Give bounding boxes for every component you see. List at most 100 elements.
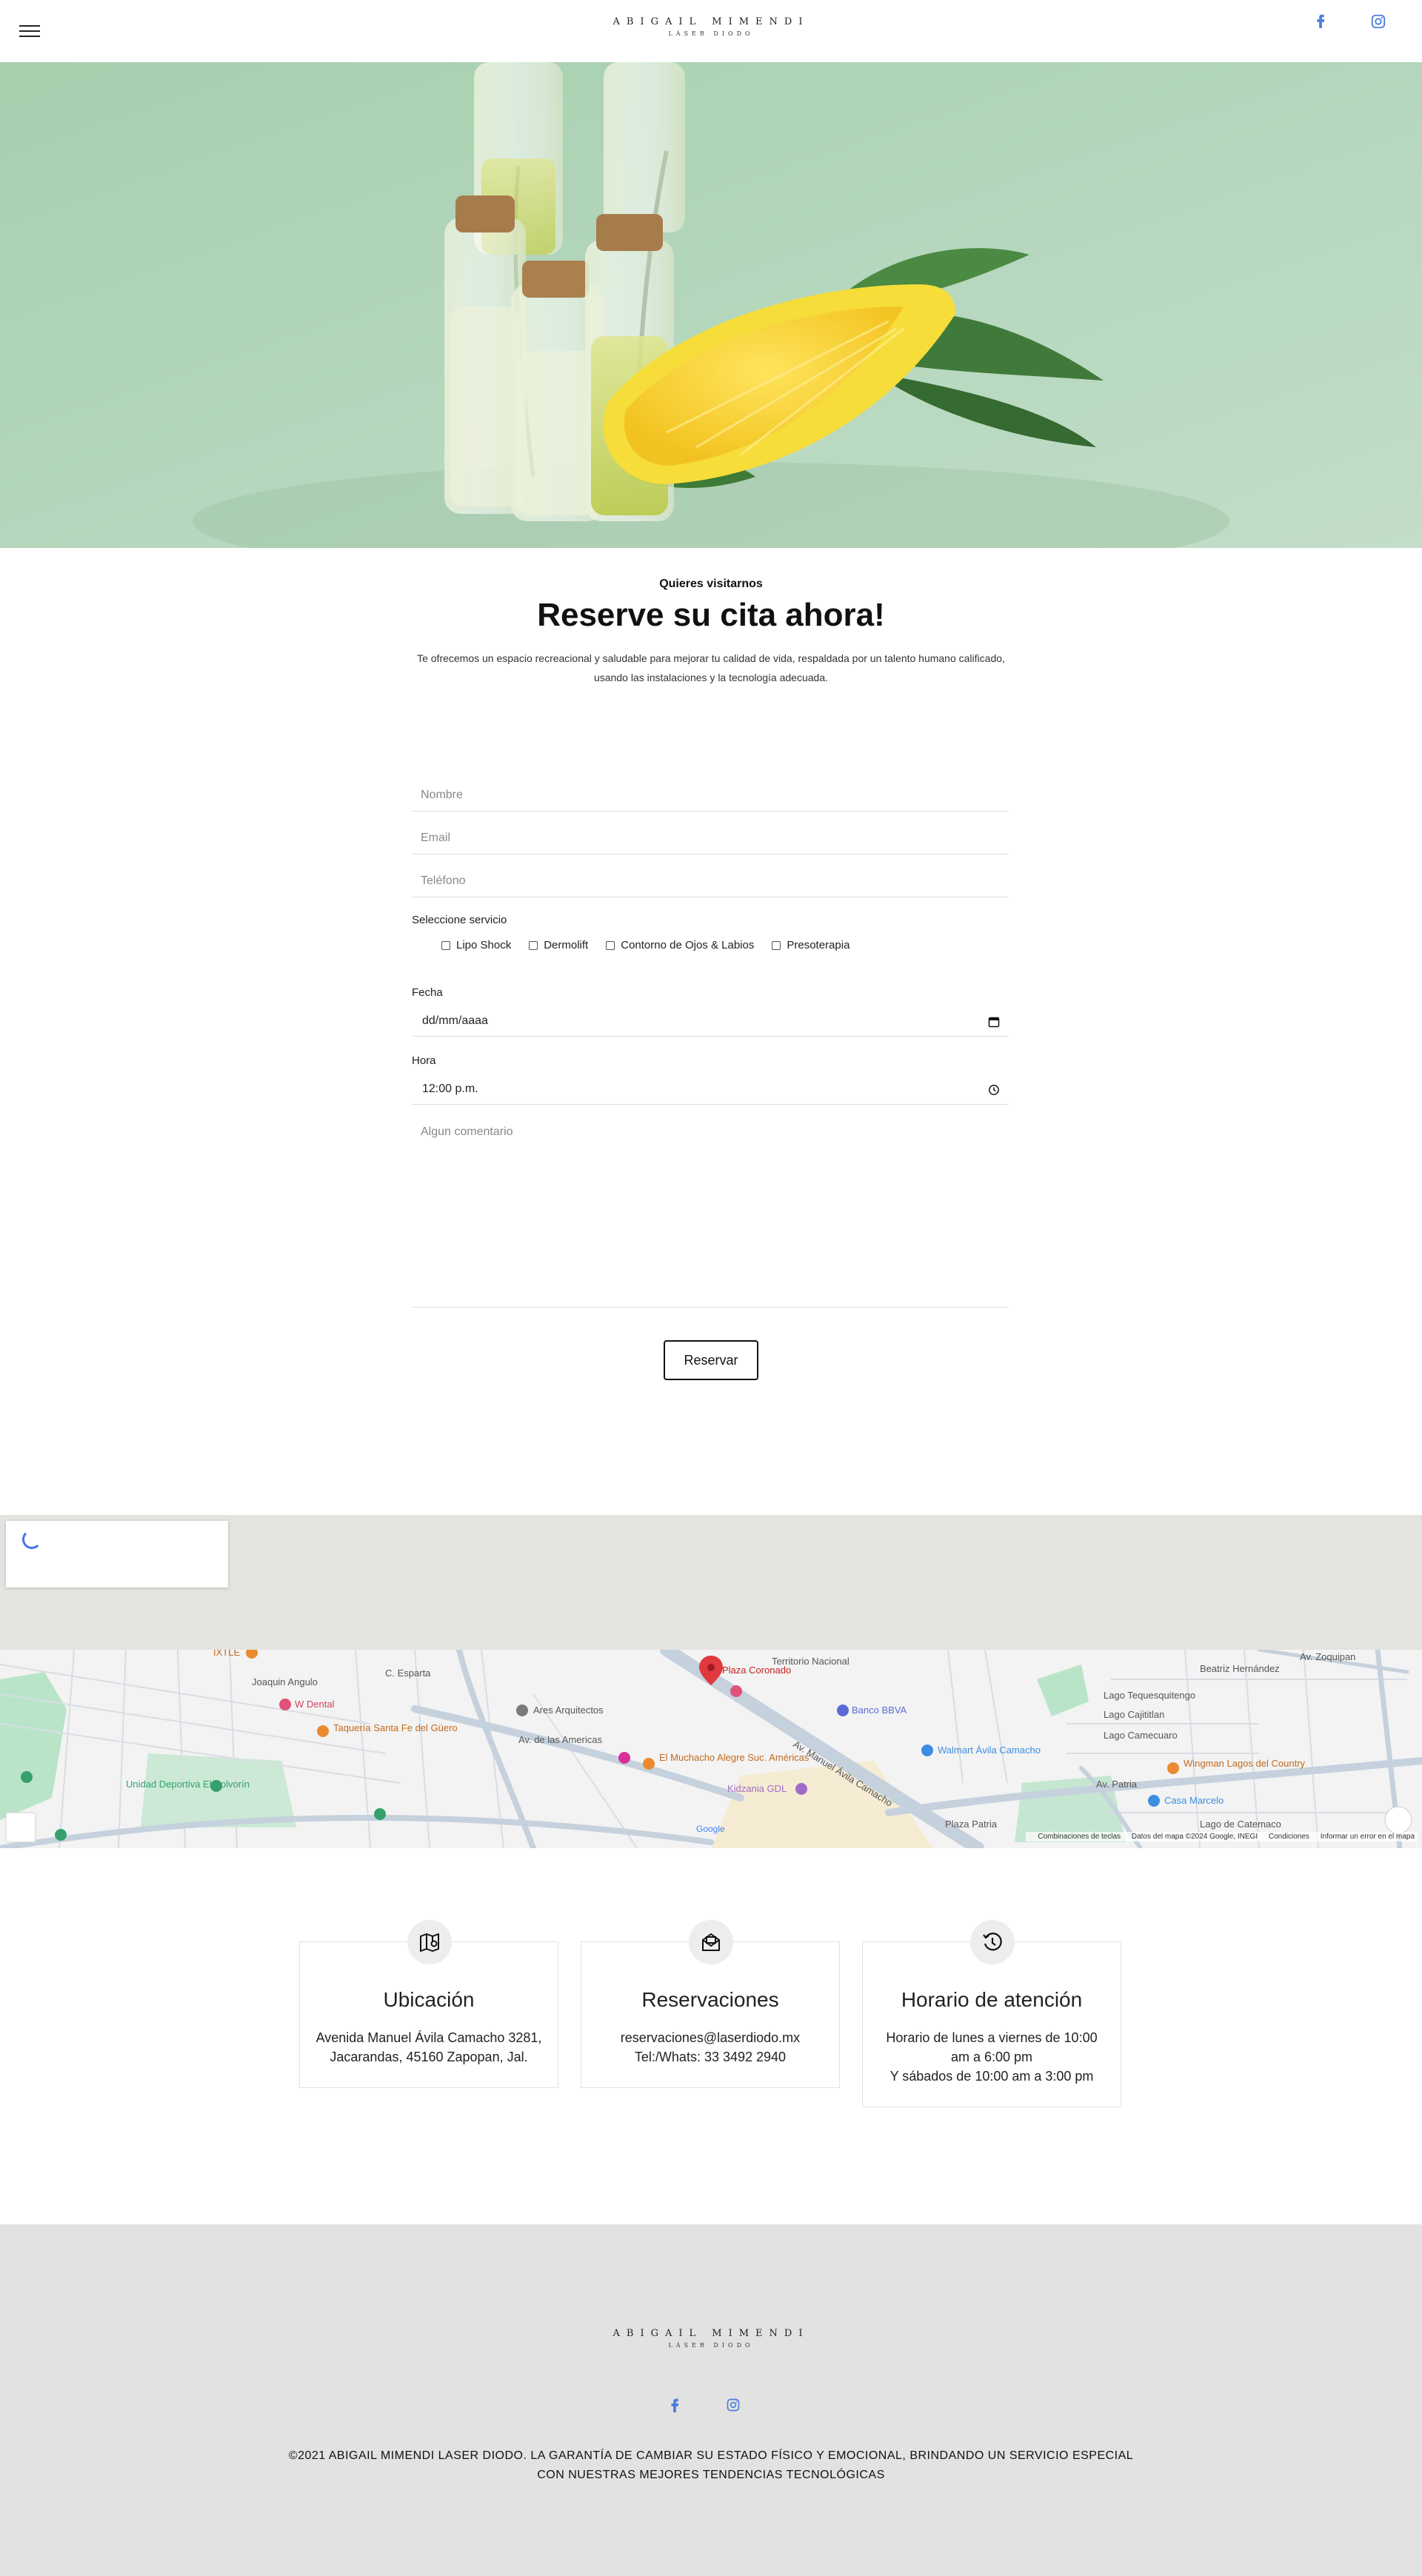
info-card-reservations: Reservaciones reservaciones@laserdiodo.m… [581,1920,840,2088]
map-label: Av. Patria [1096,1779,1138,1790]
brand-name: ABIGAIL MIMENDI [612,16,810,27]
facebook-icon[interactable] [667,2396,683,2412]
card-text: Avenida Manuel Ávila Camacho 3281, Jacar… [300,2028,558,2087]
instagram-icon[interactable] [1370,13,1386,30]
map-label: Unidad Deportiva El Polvorín [126,1779,250,1790]
map-data-text: Datos del mapa ©2024 Google, INEGI [1131,1833,1258,1841]
section-title: Reserve su cita ahora! [537,597,885,633]
service-option-presoterapia[interactable]: Presoterapia [772,939,849,951]
email-placeholder: Email [421,832,451,844]
time-label: Hora [412,1054,436,1067]
site-footer: ABIGAIL MIMENDI LÁSER DIODO ©2021 ABIGAI… [0,2224,1422,2576]
date-field[interactable]: dd/mm/aaaa [412,1011,1009,1037]
service-option-label: Dermolift [544,939,589,951]
checkbox[interactable] [441,940,450,950]
phone-placeholder: Teléfono [421,874,466,887]
page: ABIGAIL MIMENDI LÁSER DIODO Quieres visi… [0,0,1422,2576]
copyright-text: ©2021 ABIGAIL MIMENDI LASER DIODO. LA GA… [267,2446,1155,2485]
date-label: Fecha [412,986,443,999]
map-label: Joaquin Angulo [252,1676,318,1687]
clock-icon[interactable] [988,1084,1000,1096]
map-label: Lago Tequesquitengo [1104,1690,1195,1701]
comment-placeholder: Algun comentario [421,1125,513,1138]
card-title: Reservaciones [641,1988,779,2011]
calendar-icon[interactable] [988,1016,1000,1028]
map-label: Territorio Nacional [772,1656,849,1667]
footer-social-links [0,2396,1422,2418]
service-option-label: Contorno de Ojos & Labios [621,939,755,951]
comment-field[interactable]: Algun comentario [412,1123,1009,1308]
name-placeholder: Nombre [421,789,463,801]
service-option-dermolift[interactable]: Dermolift [529,939,588,951]
google-logo: Google [696,1824,725,1834]
map-shortcuts-link[interactable]: Combinaciones de teclas [1038,1833,1121,1841]
brand-logo[interactable]: ABIGAIL MIMENDI LÁSER DIODO [0,16,1422,37]
map-label: Beatriz Hernández [1200,1663,1280,1674]
checkbox[interactable] [529,940,538,950]
service-option-label: Presoterapia [787,939,850,951]
clock-icon [970,1920,1015,1964]
map-label: C. Esparta [385,1667,431,1679]
copyright-line: CON NUESTRAS MEJORES TENDENCIAS TECNOLÓG… [537,2469,885,2481]
google-map[interactable]: Plaza Coronado Territorio Nacional Av. Z… [0,1650,1422,1848]
map-canvas[interactable]: Plaza Coronado Territorio Nacional Av. Z… [0,1650,1422,1848]
card-line: Horario de lunes a viernes de 10:00 am a… [886,2030,1098,2064]
time-value: 12:00 p.m. [422,1083,478,1095]
map-label: Walmart Ávila Camacho [938,1744,1041,1756]
site-header: ABIGAIL MIMENDI LÁSER DIODO [0,0,1422,62]
name-field[interactable]: Nombre [412,786,1009,812]
checkbox[interactable] [606,940,615,950]
map-label: Plaza Patria [945,1819,998,1830]
map-label: Casa Marcelo [1164,1795,1224,1806]
map-report-link[interactable]: Informar un error en el mapa [1321,1833,1415,1841]
card-text: reservaciones@laserdiodo.mx Tel:/Whats: … [581,2028,839,2087]
map-label: Kidzania GDL [727,1783,787,1794]
map-fullscreen-icon[interactable] [1384,1806,1412,1834]
section-kicker: Quieres visitarnos [659,578,763,590]
email-field[interactable]: Email [412,829,1009,854]
checkbox[interactable] [772,940,781,950]
service-options: Lipo Shock Dermolift Contorno de Ojos & … [441,939,867,951]
phone-field[interactable]: Teléfono [412,872,1009,897]
card-title: Ubicación [383,1988,475,2011]
map-label: Taquería Santa Fe del Güero [333,1722,458,1733]
footer-logo[interactable]: ABIGAIL MIMENDI LÁSER DIODO [0,2328,1422,2349]
card-line: reservaciones@laserdiodo.mx [620,2030,801,2045]
map-label: El Muchacho Alegre Suc. Américas [659,1752,810,1763]
card-line: Y sábados de 10:00 am a 3:00 pm [889,2069,1094,2084]
service-label: Seleccione servicio [412,914,507,926]
map-label: Av. Zoquipan [1300,1651,1355,1662]
brand-sub: LÁSER DIODO [668,30,754,37]
map-label: W Dental [295,1699,335,1710]
hero-image [0,62,1422,548]
card-line: Jacarandas, 45160 Zapopan, Jal. [330,2050,528,2064]
map-label: Lago Camecuaro [1104,1730,1178,1741]
map-label: IXTLE [213,1650,240,1658]
map-label: Banco BBVA [852,1704,907,1716]
card-title: Horario de atención [901,1988,1083,2011]
map-label: Lago de Catemaco [1200,1819,1281,1830]
section-intro: Te ofrecemos un espacio recreacional y s… [417,652,1005,683]
map-type-toggle[interactable] [5,1812,36,1843]
map-attribution: Combinaciones de teclas Datos del mapa ©… [1026,1832,1418,1841]
time-field[interactable]: 12:00 p.m. [412,1080,1009,1105]
map-info-card [6,1521,228,1588]
info-card-hours: Horario de atención Horario de lunes a v… [862,1920,1121,2107]
footer-brand-name: ABIGAIL MIMENDI [612,2328,810,2339]
social-links [1304,10,1422,33]
card-line: Avenida Manuel Ávila Camacho 3281, [316,2030,542,2045]
facebook-icon[interactable] [1312,12,1329,28]
hero-illustration [0,62,1422,548]
info-card-location: Ubicación Avenida Manuel Ávila Camacho 3… [299,1920,558,2088]
service-option-lipo-shock[interactable]: Lipo Shock [441,939,511,951]
reservar-button[interactable]: Reservar [664,1340,758,1380]
service-option-contorno[interactable]: Contorno de Ojos & Labios [606,939,754,951]
instagram-icon[interactable] [726,2398,741,2412]
card-line: Tel:/Whats: 33 3492 2940 [634,2050,787,2064]
map-pin-icon [407,1920,452,1964]
footer-brand-sub: LÁSER DIODO [668,2342,754,2349]
copyright-line: ©2021 ABIGAIL MIMENDI LASER DIODO. LA GA… [288,2449,1134,2462]
map-terms-link[interactable]: Condiciones [1269,1833,1309,1841]
map-label: Wingman Lagos del Country [1184,1758,1306,1769]
map-label: Av. de las Americas [518,1734,602,1745]
